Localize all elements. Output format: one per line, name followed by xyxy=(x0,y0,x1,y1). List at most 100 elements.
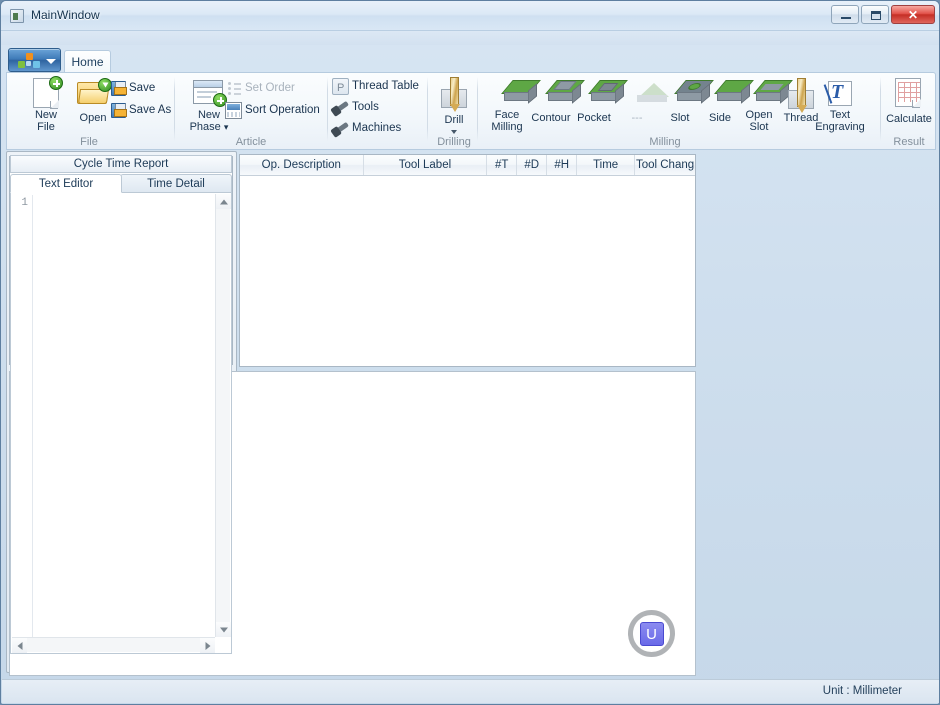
chevron-right-icon xyxy=(205,641,210,650)
thread-mill-icon xyxy=(786,78,816,113)
machines-wrench-icon xyxy=(333,121,349,136)
column-header-tool-label[interactable]: Tool Label xyxy=(364,155,488,175)
column-header-h[interactable]: #H xyxy=(547,155,578,175)
chevron-up-icon xyxy=(219,199,228,204)
tools-label: Tools xyxy=(352,101,379,113)
unit-status-label: Unit : Millimeter xyxy=(822,685,902,697)
new-file-button[interactable]: New File xyxy=(19,76,73,134)
set-order-icon xyxy=(225,80,242,97)
group-label-article: Article xyxy=(235,136,267,148)
calculate-label: Calculate xyxy=(886,113,932,125)
client-area: Op. Description Tool Label #T #D #H Time… xyxy=(6,151,936,679)
close-button[interactable]: ✕ xyxy=(891,5,935,24)
sort-operation-label: Sort Operation xyxy=(245,104,320,116)
new-file-icon xyxy=(33,76,63,108)
minimize-button[interactable] xyxy=(831,5,859,24)
column-header-d[interactable]: #D xyxy=(517,155,548,175)
drill-bit-icon xyxy=(439,77,469,112)
set-order-label: Set Order xyxy=(245,82,295,94)
text-engraving-icon: T xyxy=(823,78,855,108)
tab-home[interactable]: Home xyxy=(64,50,111,73)
save-as-button[interactable]: Save As xyxy=(109,101,171,120)
main-window: MainWindow ✕ Home New File Open Save Sav… xyxy=(0,0,940,705)
sort-operation-button[interactable]: Sort Operation xyxy=(225,101,320,120)
thread-table-label: Thread Table xyxy=(352,80,419,92)
text-editor-surface[interactable]: 1 xyxy=(13,195,215,637)
report-tabs: Time Detail Text Editor xyxy=(10,174,232,193)
chevron-down-icon[interactable] xyxy=(451,130,457,134)
calculate-button[interactable]: Calculate xyxy=(882,76,936,134)
column-header-t[interactable]: #T xyxy=(487,155,518,175)
operations-grid-body[interactable] xyxy=(240,176,695,366)
group-separator xyxy=(880,77,881,141)
save-label: Save xyxy=(129,82,156,94)
app-window-icon xyxy=(10,9,24,23)
editor-vertical-scrollbar[interactable] xyxy=(215,194,231,637)
window-title: MainWindow xyxy=(31,8,100,22)
report-title: Cycle Time Report xyxy=(10,155,232,173)
save-as-icon xyxy=(111,103,127,118)
viewport-logo-letter: U xyxy=(639,621,664,646)
chevron-down-icon xyxy=(219,627,228,632)
ribbon: New File Open Save Save As File New Phas… xyxy=(6,72,936,150)
cycle-time-report-panel: Cycle Time Report Time Detail Text Edito… xyxy=(6,151,237,673)
scroll-down-button[interactable] xyxy=(216,622,231,637)
open-slot-label-2: Slot xyxy=(749,121,769,133)
text-engraving-label-2: Engraving xyxy=(815,121,865,133)
column-header-op-description[interactable]: Op. Description xyxy=(240,155,364,175)
drill-button[interactable]: Drill xyxy=(427,76,481,134)
status-bar: Unit : Millimeter xyxy=(2,679,939,703)
open-folder-icon xyxy=(77,78,112,106)
sort-operation-icon xyxy=(225,102,242,119)
operations-grid-header: Op. Description Tool Label #T #D #H Time… xyxy=(240,155,695,176)
ribbon-group-milling: Face Milling Contour Pocket --- Slot Sid… xyxy=(480,73,870,149)
thread-table-icon xyxy=(332,78,349,98)
scroll-left-button[interactable] xyxy=(12,638,27,653)
tools-wrench-icon xyxy=(333,100,349,115)
new-file-label-2: File xyxy=(37,121,55,133)
new-phase-label-1: New xyxy=(197,109,220,121)
group-label-drilling: Drilling xyxy=(437,136,471,148)
line-number-gutter: 1 xyxy=(13,195,33,637)
ribbon-tab-strip xyxy=(1,31,939,45)
line-number: 1 xyxy=(21,197,28,209)
ribbon-group-tables: Thread Table Tools Machines xyxy=(330,73,438,149)
maximize-button[interactable] xyxy=(861,5,889,24)
thread-table-button[interactable]: Thread Table xyxy=(332,77,419,98)
column-header-time[interactable]: Time xyxy=(577,155,636,175)
save-icon xyxy=(111,81,127,96)
ribbon-group-drilling: Drill Drilling xyxy=(430,73,478,149)
tools-button[interactable]: Tools xyxy=(332,98,379,117)
text-engraving-button[interactable]: T Text Engraving xyxy=(813,76,867,134)
save-button[interactable]: Save xyxy=(109,79,155,98)
scroll-right-button[interactable] xyxy=(200,638,215,653)
tab-text-editor[interactable]: Text Editor xyxy=(10,174,122,193)
group-separator xyxy=(327,77,328,141)
group-label-milling: Milling xyxy=(649,136,681,148)
new-phase-label-2: Phase xyxy=(189,121,221,133)
machines-label: Machines xyxy=(352,122,402,134)
window-controls: ✕ xyxy=(831,5,935,24)
text-editor[interactable]: 1 xyxy=(10,192,232,654)
calculate-icon xyxy=(895,78,923,108)
column-header-tool-change[interactable]: Tool Chang xyxy=(635,155,695,175)
text-engraving-label-1: Text xyxy=(829,109,851,121)
editor-horizontal-scrollbar[interactable] xyxy=(12,637,215,653)
new-phase-icon xyxy=(193,80,227,107)
tab-time-detail[interactable]: Time Detail xyxy=(120,174,232,193)
operations-grid-panel[interactable]: Op. Description Tool Label #T #D #H Time… xyxy=(239,154,696,367)
ribbon-group-article: New Phase ▾ Set Order Sort Operation Arti… xyxy=(177,73,325,149)
title-bar: MainWindow ✕ xyxy=(1,1,939,31)
face-milling-label-1: Face xyxy=(494,109,520,121)
new-file-label-1: New xyxy=(34,109,57,121)
ribbon-group-result: Calculate Result xyxy=(883,73,935,149)
save-as-label: Save As xyxy=(129,104,172,116)
group-label-result: Result xyxy=(893,136,925,148)
set-order-button: Set Order xyxy=(225,79,295,98)
office-app-button[interactable] xyxy=(8,48,61,72)
scroll-up-button[interactable] xyxy=(216,194,231,209)
machines-button[interactable]: Machines xyxy=(332,119,401,138)
group-separator xyxy=(174,77,175,141)
chevron-down-icon xyxy=(46,59,56,64)
chevron-left-icon xyxy=(17,641,22,650)
